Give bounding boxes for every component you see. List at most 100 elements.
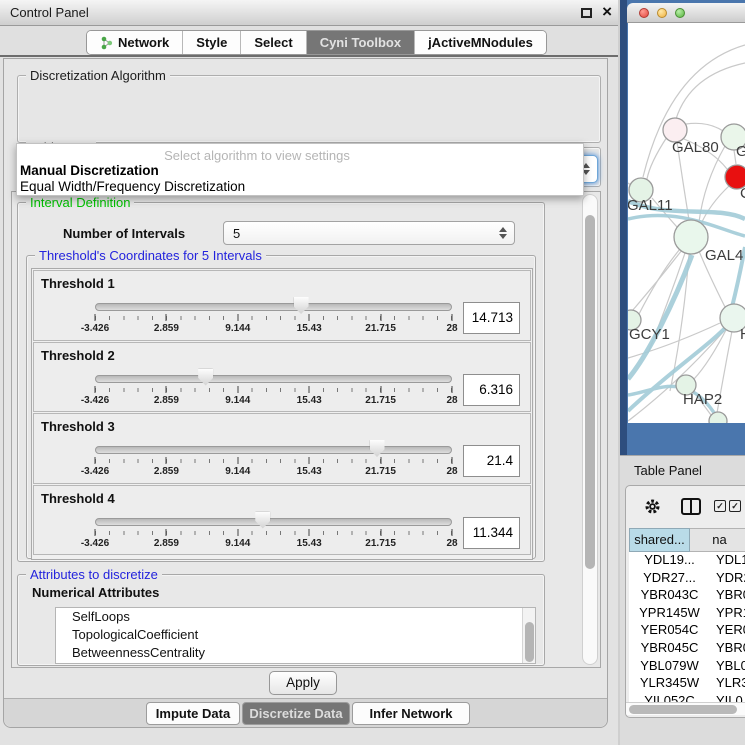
gear-icon[interactable] [644, 498, 661, 515]
window-frame-edge [620, 0, 627, 455]
group-title: Discretization Algorithm [26, 68, 170, 83]
network-graph: GAL80 G. C GAL11 GAL4 GCY1 H HAP2 [628, 23, 745, 423]
table-row[interactable]: YBR043CYBR0 [629, 587, 745, 605]
attributes-group: Attributes to discretize Numerical Attri… [17, 574, 545, 666]
slider-ticks [95, 459, 452, 463]
table-row[interactable]: YIL052CYIL0 [629, 693, 745, 702]
table-row[interactable]: YPR145WYPR1 [629, 605, 745, 623]
slider-track[interactable] [95, 518, 452, 526]
tab-discretize-data[interactable]: Discretize Data [242, 702, 350, 725]
tab-impute-data[interactable]: Impute Data [146, 702, 240, 725]
discretization-algorithm-group: Discretization Algorithm [17, 75, 601, 143]
list-scrollbar-thumb[interactable] [525, 622, 534, 662]
table-row[interactable]: YBR045CYBR0 [629, 640, 745, 658]
network-canvas[interactable]: GAL80 G. C GAL11 GAL4 GCY1 H HAP2 [628, 23, 745, 423]
thresholds-group: Threshold's Coordinates for 5 Intervals … [26, 255, 536, 559]
stepper-arrows-icon [499, 227, 507, 239]
node-label: GCY1 [629, 326, 670, 343]
threshold-slider[interactable]: -3.426 2.859 9.144 15.43 21.715 28 [95, 295, 452, 339]
node-label: GAL11 [628, 197, 673, 214]
threshold-value-field[interactable]: 21.4 [463, 445, 520, 477]
tick-label: 28 [446, 323, 457, 334]
tab-jactivemnodules[interactable]: jActiveMNodules [415, 31, 546, 54]
split-columns-icon[interactable] [681, 498, 701, 515]
table-panel: ✓ ✓ shared... na YDL19...YDL1 YDR27...YD… [625, 485, 745, 718]
table-row[interactable]: YLR345WYLR3 [629, 675, 745, 693]
minimize-traffic-light-icon[interactable] [657, 8, 667, 18]
horizontal-scrollbar-thumb[interactable] [629, 705, 737, 714]
tick-label: -3.426 [81, 323, 109, 334]
tick-label: 9.144 [225, 538, 250, 549]
checkbox-icon[interactable]: ✓ [714, 500, 726, 512]
network-window-titlebar[interactable] [627, 3, 745, 23]
bottom-tab-bar: Impute Data Discretize Data Infer Networ… [4, 698, 607, 727]
checkbox-icon[interactable]: ✓ [729, 500, 741, 512]
float-window-icon[interactable] [581, 8, 592, 18]
num-intervals-combobox[interactable]: 5 [223, 221, 515, 245]
list-scrollbar[interactable] [522, 608, 535, 663]
tick-label: 28 [446, 538, 457, 549]
threshold-row: Threshold 3 -3.426 2.859 9.144 15.43 [33, 413, 531, 484]
node-label: G. [736, 143, 745, 160]
tick-label: -3.426 [81, 538, 109, 549]
tab-infer-network[interactable]: Infer Network [352, 702, 470, 725]
slider-thumb[interactable] [294, 297, 309, 314]
threshold-slider[interactable]: -3.426 2.859 9.144 15.43 21.715 28 [95, 510, 452, 554]
vertical-scrollbar[interactable] [582, 194, 598, 665]
threshold-slider[interactable]: -3.426 2.859 9.144 15.43 21.715 28 [95, 367, 452, 411]
group-title: Attributes to discretize [26, 567, 162, 582]
table-row[interactable]: YBL079WYBL0 [629, 658, 745, 676]
slider-track[interactable] [95, 303, 452, 311]
threshold-row: Threshold 4 -3.426 2.859 9.144 15.43 [33, 485, 531, 556]
threshold-value-field[interactable]: 11.344 [463, 517, 520, 549]
list-item[interactable]: TopologicalCoefficient [56, 626, 535, 644]
node-label: C [740, 185, 745, 202]
tab-cyni-toolbox[interactable]: Cyni Toolbox [307, 31, 415, 54]
tick-label: 15.43 [297, 538, 322, 549]
close-icon[interactable]: × [602, 2, 612, 22]
table-row[interactable]: YDR27...YDR2 [629, 570, 745, 588]
tick-label: -3.426 [81, 395, 109, 406]
zoom-traffic-light-icon[interactable] [675, 8, 685, 18]
threshold-slider[interactable]: -3.426 2.859 9.144 15.43 21.715 28 [95, 438, 452, 482]
tick-label: 21.715 [365, 466, 396, 477]
list-item[interactable]: SelfLoops [56, 608, 535, 626]
thresholds-container: Threshold 1 -3.426 2.859 9.144 15.43 [31, 268, 533, 560]
vertical-scrollbar-thumb[interactable] [585, 215, 595, 569]
tick-label: 2.859 [154, 323, 179, 334]
apply-button[interactable]: Apply [269, 671, 337, 695]
slider-thumb[interactable] [370, 440, 385, 457]
tab-label: Select [254, 35, 292, 50]
threshold-value-field[interactable]: 6.316 [463, 374, 520, 406]
horizontal-scrollbar[interactable] [626, 702, 745, 715]
popup-option-equal-width-frequency[interactable]: Equal Width/Frequency Discretization [20, 179, 245, 194]
node-gal4[interactable] [674, 220, 708, 254]
group-title: Interval Definition [26, 195, 134, 210]
tick-label: 2.859 [154, 538, 179, 549]
tab-style[interactable]: Style [183, 31, 241, 54]
tick-label: 2.859 [154, 395, 179, 406]
slider-track[interactable] [95, 446, 452, 454]
tick-label: 21.715 [365, 395, 396, 406]
list-item[interactable]: BetweennessCentrality [56, 644, 535, 662]
slider-thumb[interactable] [198, 369, 213, 386]
control-panel-titlebar: Control Panel × [0, 0, 618, 26]
table-header-row: shared... na [626, 528, 745, 552]
popup-option-manual-discretization[interactable]: Manual Discretization [20, 163, 159, 178]
network-icon [100, 36, 113, 50]
column-header-name[interactable]: na [690, 528, 745, 552]
node-bottom[interactable] [709, 412, 727, 423]
threshold-value-field[interactable]: 14.713 [463, 302, 520, 334]
table-panel-title: Table Panel [634, 463, 702, 478]
numerical-attributes-list[interactable]: SelfLoops TopologicalCoefficient Between… [55, 607, 536, 664]
column-header-shared[interactable]: shared... [629, 528, 690, 552]
tick-label: 2.859 [154, 466, 179, 477]
table-rows: YDL19...YDL1 YDR27...YDR2 YBR043CYBR0 YP… [629, 552, 745, 702]
tab-select[interactable]: Select [241, 31, 306, 54]
tab-network[interactable]: Network [87, 31, 183, 54]
table-row[interactable]: YDL19...YDL1 [629, 552, 745, 570]
slider-track[interactable] [95, 375, 452, 383]
slider-thumb[interactable] [255, 512, 270, 529]
close-traffic-light-icon[interactable] [639, 8, 649, 18]
table-row[interactable]: YER054CYER0 [629, 622, 745, 640]
